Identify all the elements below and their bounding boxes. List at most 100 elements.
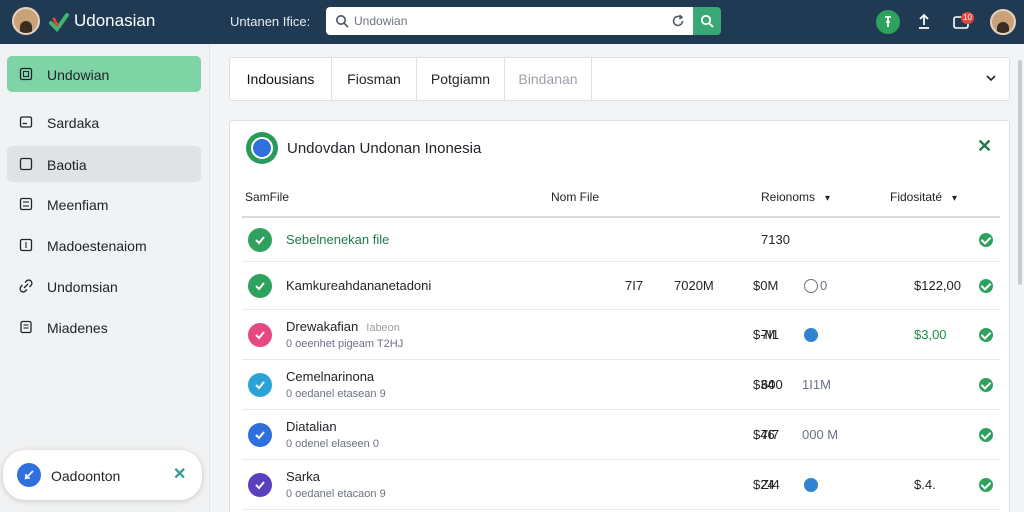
tab-potgiamn[interactable]: Potgiamn [417,58,505,100]
app-title: Udonasian [74,11,156,30]
row-title: Diatalian [286,419,337,434]
table-row[interactable]: Sarka 0 oedanel etacaon 9 $24 ZI4 $.4. [242,460,1000,510]
row-title: Kamkureahdananetadoni [286,278,431,293]
row-cell: 1I1M [802,377,831,392]
row-subtitle: 0 oedanel etasean 9 [286,388,386,400]
column-header-label: Fidositaté [890,190,943,204]
check-icon [979,378,993,392]
row-subtitle: 0 oedanel etacaon 9 [286,488,386,500]
row-status-icon [248,423,272,447]
table-row[interactable]: Drewakafian Iabeon 0 oeenhet pigeam T2HJ $-… [242,310,1000,360]
table-row[interactable]: Cemelnarinona 0 oedanel etasean 9 $34 600 1I… [242,360,1000,410]
chevron-down-icon[interactable] [985,72,997,84]
row-cell: 7I7 [761,427,780,442]
column-header[interactable]: Nom File [551,190,599,204]
row-info-icon[interactable] [804,279,818,293]
link-icon [19,279,33,293]
column-header-sortable[interactable]: Reionoms ▾ [761,190,830,204]
table-row[interactable]: Kamkureahdananetadoni 7I7 7020M $0M 0 $122,0… [242,262,1000,310]
column-header-sortable[interactable]: Fidositaté ▾ [890,190,957,204]
row-amount: $.4. [914,477,936,492]
row-title-text: Diatalian [286,419,337,434]
row-cell: 600 [761,377,783,392]
row-title: Sebelnenekan file [286,232,389,247]
sidebar-item-undomsian[interactable]: Undomsian [7,268,201,304]
column-header[interactable]: SamFile [245,190,289,204]
scrollbar[interactable] [1018,60,1022,285]
brand-logo-icon [49,13,69,33]
row-subtitle: 0 odenel elaseen 0 [286,438,379,450]
tab-bindanan[interactable]: Bindanan [505,58,592,100]
tab-fiosman[interactable]: Fiosman [332,58,417,100]
row-info-icon[interactable] [804,328,818,342]
row-status-icon [248,323,272,347]
row-cell: 000 M [802,427,839,442]
top-bar: Udonasian Untanen Ifice: 10 [0,0,1024,44]
tab-indousians[interactable]: Indousians [230,58,332,100]
refresh-icon[interactable] [671,14,685,28]
table-row[interactable]: Diatalian 0 odenel elaseen 0 $46 7I7 000 M [242,410,1000,460]
grid-icon [19,197,33,211]
row-cell: 7I7 [625,278,644,293]
chevron-down-icon: ▾ [825,193,831,204]
close-icon[interactable]: ✕ [173,467,186,483]
row-title: Sarka [286,469,320,484]
sidebar-item-miadenes[interactable]: Miadenes [7,309,201,345]
row-status-icon [248,274,272,298]
row-tag: Iabeon [366,322,400,334]
close-icon[interactable]: ✕ [977,137,992,155]
sidebar-item-label: Miadenes [47,320,108,336]
sidebar-item-label: Madoestenaiom [47,238,147,254]
list-icon [19,238,33,252]
sidebar-item-label: Undowian [47,67,110,83]
square-icon [19,157,33,171]
card-icon [19,116,33,128]
notification-icon[interactable] [876,10,900,34]
row-title-text: Kamkureahdananetadoni [286,278,432,293]
chevron-down-icon: ▾ [952,193,958,204]
sidebar-item-label: Undomsian [47,279,118,295]
sidebar-item-madoestenaiom[interactable]: Madoestenaiom [7,227,201,263]
search-input[interactable] [354,12,654,30]
feather-icon [17,463,41,487]
column-header-label: Reionoms [761,190,816,204]
row-cell: 0 [820,278,828,293]
row-cell: 7130 [761,232,790,247]
search-icon [336,15,349,28]
row-title-text: Cemelnarinona [286,369,375,384]
search-label: Untanen Ifice: [230,14,311,29]
search-button[interactable] [693,7,721,35]
row-cell: ZI4 [761,477,780,492]
row-status-icon [248,473,272,497]
floating-notification[interactable]: Oadoonton ✕ [3,450,202,500]
row-title-text: Drewakafian [286,319,359,334]
sidebar-item-sardaka[interactable]: Sardaka [7,104,201,140]
user-avatar[interactable] [12,7,40,35]
row-title-text: Sarka [286,469,320,484]
row-info-icon[interactable] [804,478,818,492]
check-icon [979,279,993,293]
messages-badge: 10 [961,12,974,24]
search-icon [700,14,714,28]
search-box [326,7,693,35]
tab-bar: Indousians Fiosman Potgiamn Bindanan [229,57,1010,101]
row-cell: 7I1 [761,327,780,342]
sidebar-item-meenfiam[interactable]: Meenfiam [7,186,201,222]
sidebar-item-baotia[interactable]: Baotia [7,146,201,182]
square-icon [19,67,33,81]
check-icon [979,233,993,247]
share-icon[interactable] [912,10,936,34]
profile-avatar[interactable] [990,9,1016,35]
table-row[interactable]: Sebelnenekan file 7130 [242,217,1000,262]
row-title: Cemelnarinona [286,369,374,384]
row-status-icon [248,228,272,252]
check-icon [979,428,993,442]
row-cell: $0M [753,278,779,293]
check-icon [979,478,993,492]
panel-title: Undovdan Undonan Inonesia [287,140,482,157]
row-amount: $122,00 [914,278,961,293]
floating-label: Oadoonton [51,468,121,484]
row-title: Drewakafian Iabeon [286,319,400,334]
doc-icon [20,320,32,334]
sidebar-item-undowian[interactable]: Undowian [7,56,201,92]
